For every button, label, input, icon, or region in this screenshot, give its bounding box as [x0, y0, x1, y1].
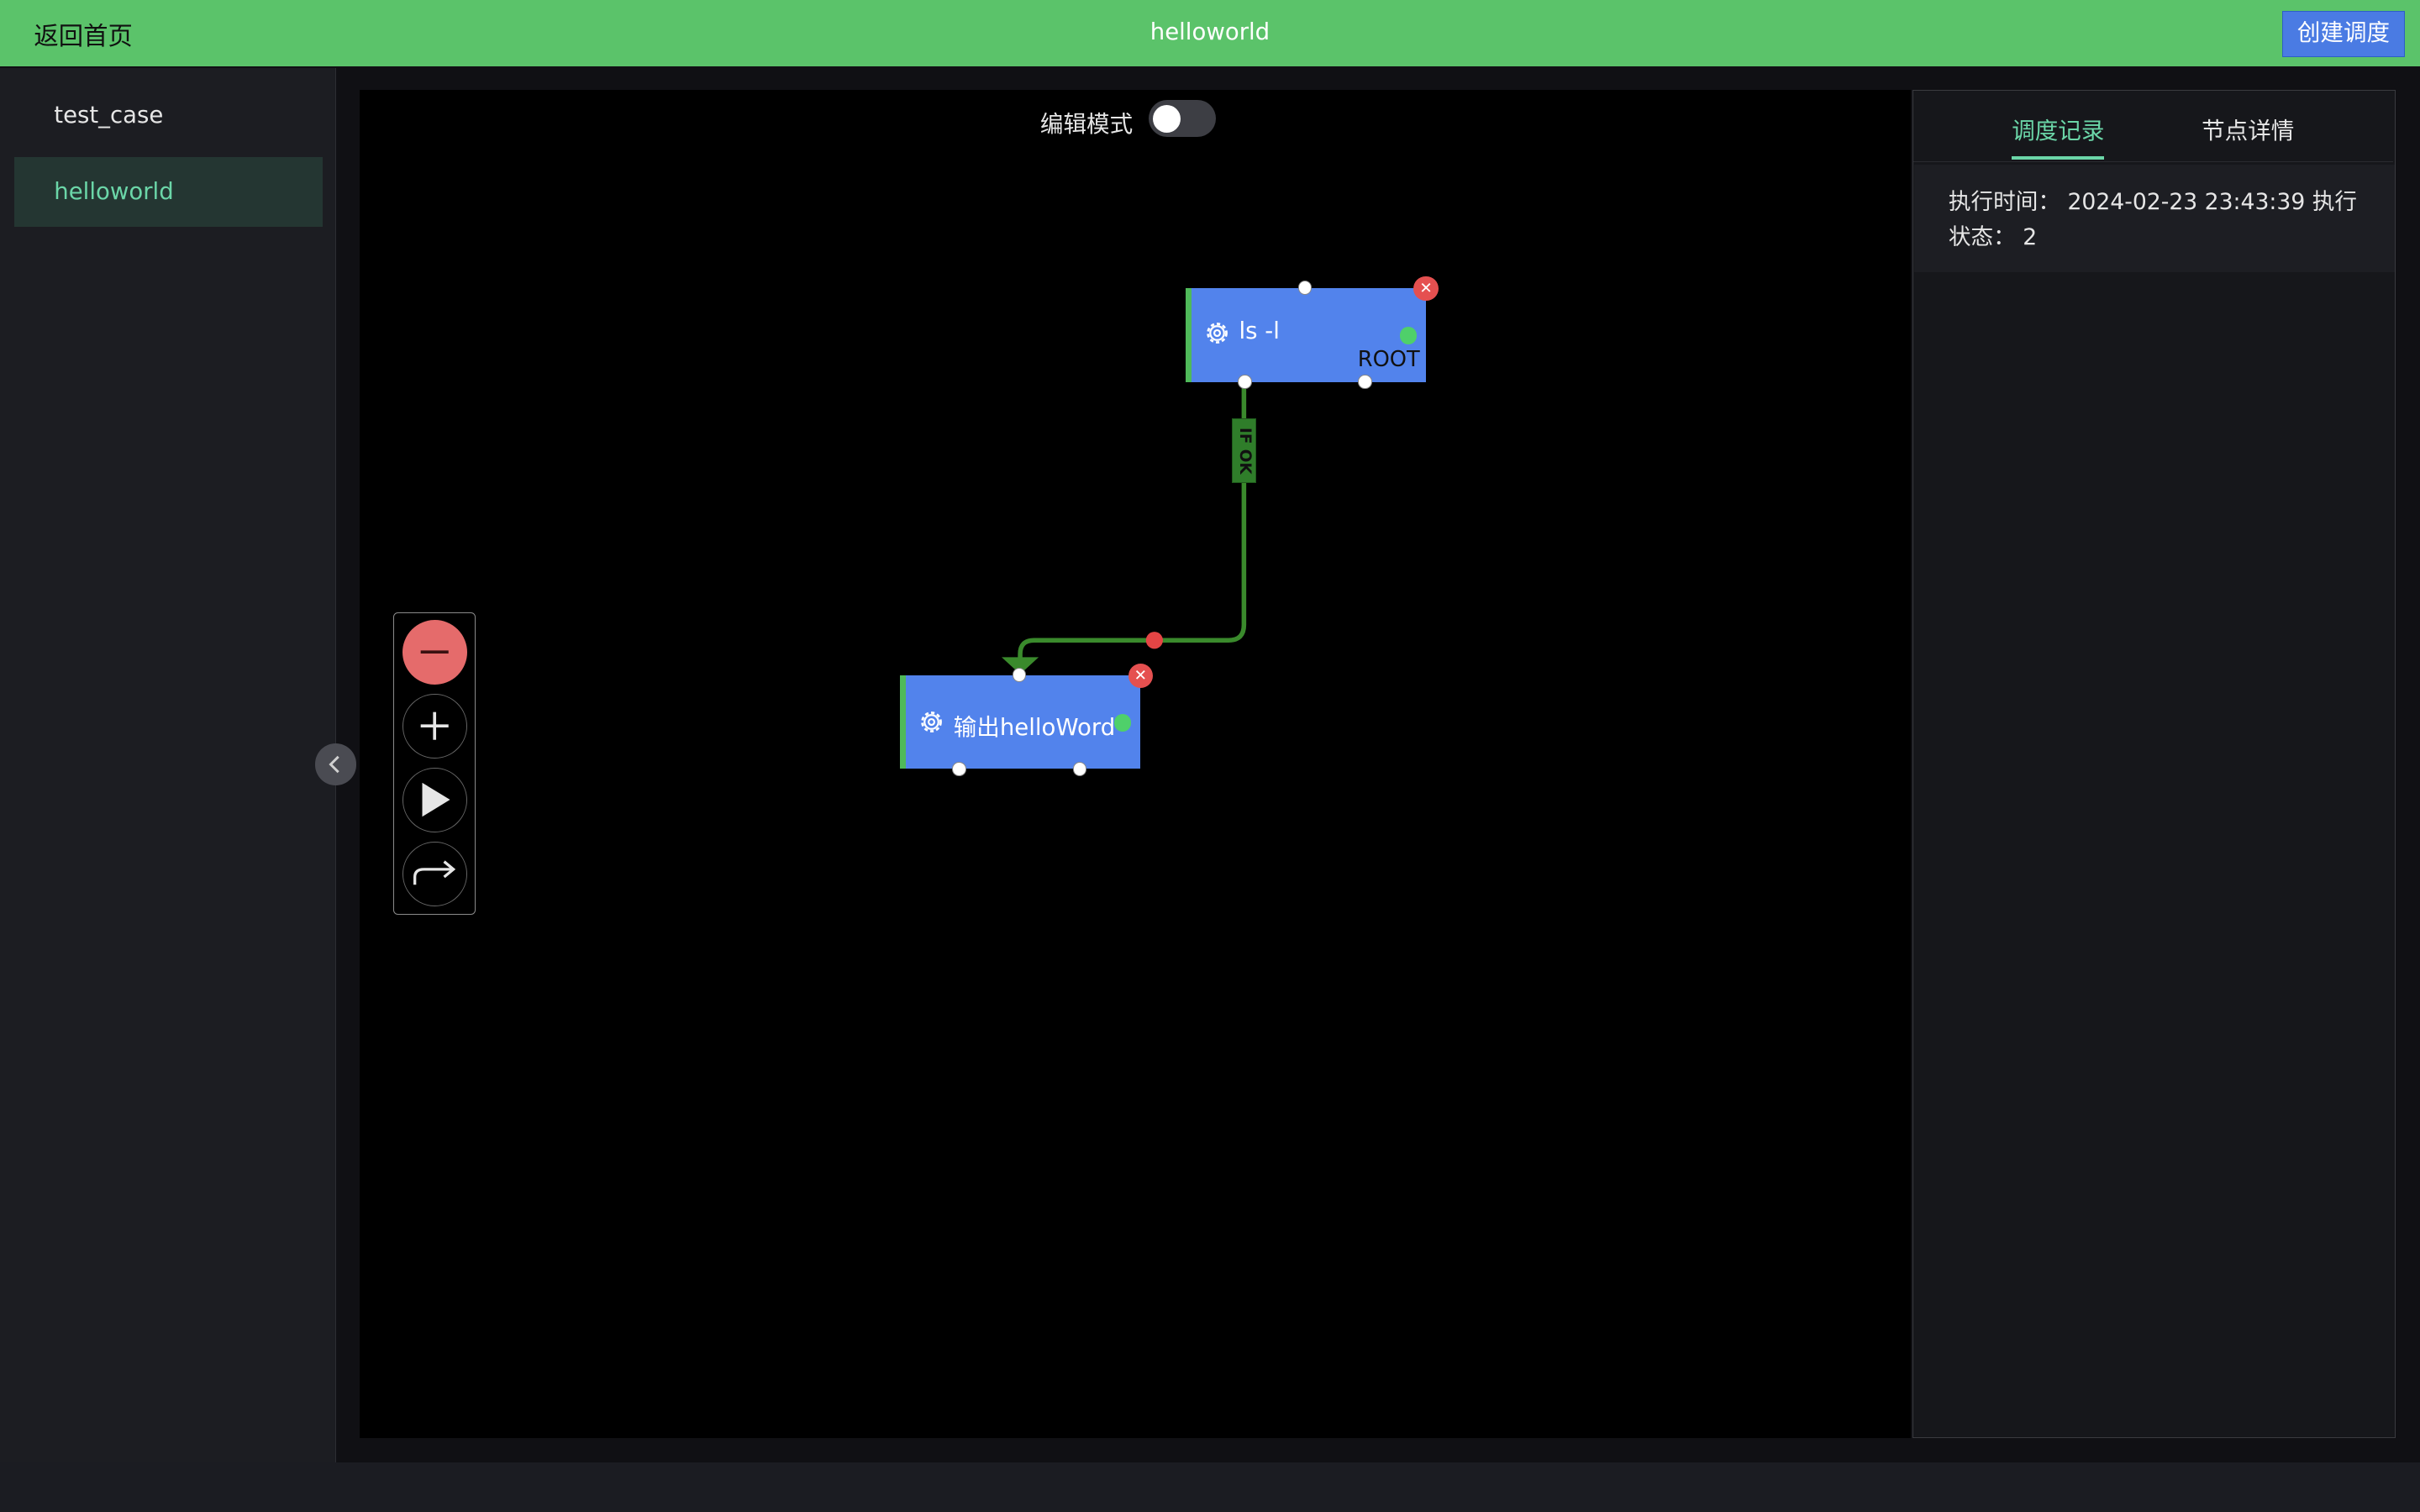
node-label: 输出helloWord: [953, 714, 1116, 742]
sidebar: test_case helloworld: [0, 67, 336, 1463]
node-port-bottom-left[interactable]: [952, 762, 966, 776]
right-panel: 调度记录 节点详情 执行时间： 2024-02-23 23:43:39 执行状态…: [1912, 89, 2396, 1438]
node-status-dot: [1399, 327, 1417, 344]
canvas-toolbar: [393, 612, 476, 916]
toggle-knob: [1153, 104, 1181, 133]
node-output-helloword[interactable]: 输出helloWord: [899, 675, 1141, 769]
node-port-bottom-right[interactable]: [1072, 762, 1087, 776]
panel-tabs: 调度记录 节点详情: [1912, 91, 2393, 162]
footer-strip: [0, 1462, 2420, 1512]
edit-mode-toggle[interactable]: [1148, 100, 1217, 138]
node-port-top[interactable]: [1012, 668, 1027, 682]
exec-time-label: 执行时间：: [1948, 188, 2061, 215]
node-port-bottom-right[interactable]: [1358, 375, 1372, 389]
sidebar-item-helloworld[interactable]: helloworld: [13, 157, 323, 227]
record-text: 执行时间： 2024-02-23 23:43:39 执行状态： 2: [1949, 185, 2373, 256]
play-icon: [422, 783, 450, 817]
redo-button[interactable]: [402, 841, 467, 907]
zoom-out-button[interactable]: [402, 619, 467, 685]
gear-icon: [1207, 323, 1228, 344]
zoom-in-button[interactable]: [402, 693, 467, 759]
minus-icon: [420, 650, 449, 654]
delete-node-button[interactable]: ✕: [1128, 663, 1153, 689]
top-bar: 返回首页 helloworld 创建调度: [0, 0, 2420, 66]
root-badge: ROOT: [1357, 346, 1420, 372]
redo-arrow-icon: [413, 860, 455, 885]
edit-mode-label: 编辑模式: [1039, 110, 1134, 138]
node-port-bottom-left[interactable]: [1238, 375, 1252, 389]
collapse-sidebar-button[interactable]: [314, 743, 357, 785]
exec-time-value: 2024-02-23 23:43:39: [2067, 188, 2306, 215]
exec-status-value: 2: [2023, 223, 2038, 250]
page-title: helloworld: [1150, 18, 1270, 46]
node-port-top[interactable]: [1297, 281, 1313, 295]
delete-node-button[interactable]: ✕: [1413, 276, 1439, 302]
sidebar-item-test-case[interactable]: test_case: [14, 81, 323, 150]
chevron-left-icon: [329, 755, 340, 774]
active-tab-indicator: [2012, 156, 2105, 160]
edge-label[interactable]: IF OK: [1231, 417, 1257, 483]
tab-node-details[interactable]: 节点详情: [2202, 112, 2294, 145]
create-schedule-button[interactable]: 创建调度: [2282, 10, 2405, 57]
plus-icon: [420, 711, 449, 740]
node-label: ls -l: [1239, 318, 1280, 345]
app-window: 返回首页 helloworld 创建调度 test_case helloworl…: [0, 0, 2420, 1512]
node-ls[interactable]: ls -l ROOT: [1185, 288, 1427, 383]
tab-schedule-records[interactable]: 调度记录: [2012, 112, 2104, 145]
node-status-dot: [1113, 714, 1131, 732]
schedule-record-item[interactable]: 执行时间： 2024-02-23 23:43:39 执行状态： 2: [1914, 164, 2395, 273]
run-button[interactable]: [402, 767, 467, 832]
gear-icon: [921, 711, 943, 732]
